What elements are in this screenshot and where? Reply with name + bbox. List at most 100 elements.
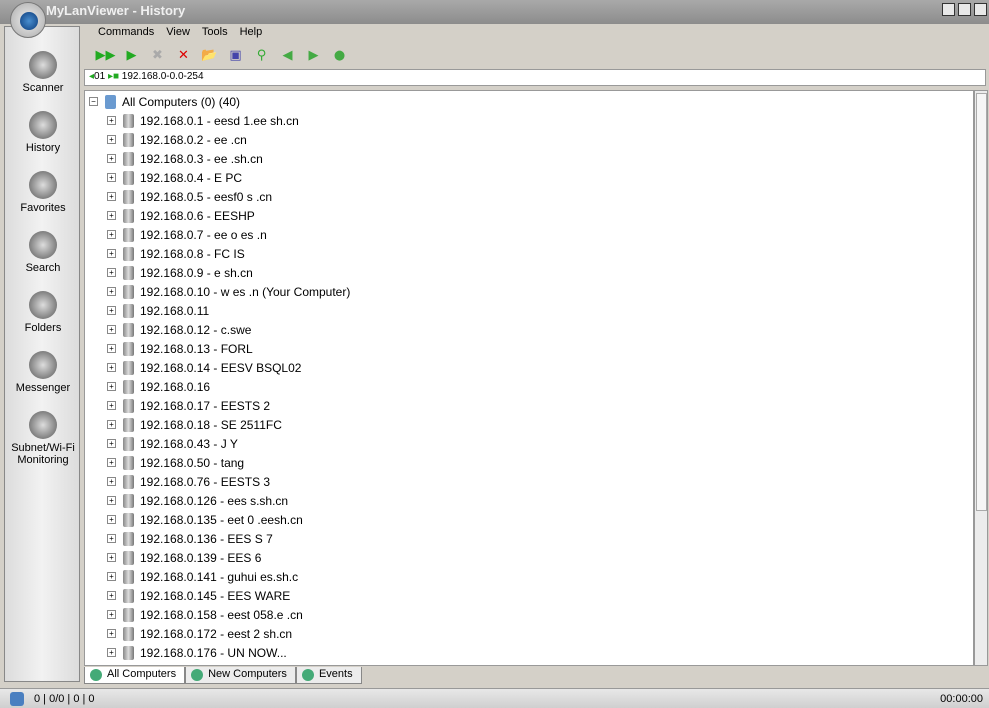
delete-icon[interactable]: ✕: [174, 46, 193, 64]
tab-events[interactable]: Events: [295, 667, 362, 684]
expand-icon[interactable]: +: [107, 496, 116, 505]
tree-row[interactable]: +192.168.0.43 - J Y: [107, 434, 238, 453]
history-icon: [29, 111, 57, 139]
expand-icon[interactable]: +: [107, 572, 116, 581]
expand-icon[interactable]: +: [107, 325, 116, 334]
tree-row[interactable]: +192.168.0.145 - EES WARE: [107, 586, 290, 605]
minimize-button[interactable]: [942, 3, 955, 16]
tree-row[interactable]: +192.168.0.7 - ee o es .n: [107, 225, 267, 244]
expand-icon[interactable]: +: [107, 249, 116, 258]
computer-label: 192.168.0.9 - e sh.cn: [140, 265, 253, 280]
expand-icon[interactable]: +: [107, 192, 116, 201]
back-icon[interactable]: ◀: [278, 46, 297, 64]
sidebar-item-history[interactable]: History: [5, 111, 81, 154]
close-button[interactable]: [974, 3, 987, 16]
address-range: 192.168.0-0.0-254: [121, 71, 204, 82]
tree-row[interactable]: +192.168.0.136 - EES S 7: [107, 529, 273, 548]
expand-icon[interactable]: +: [107, 268, 116, 277]
sidebar-item-messenger[interactable]: Messenger: [5, 351, 81, 394]
tree-root[interactable]: − All Computers (0) (40): [89, 92, 240, 111]
computer-icon: [123, 436, 134, 451]
expand-icon[interactable]: +: [107, 230, 116, 239]
computer-label: 192.168.0.145 - EES WARE: [140, 588, 291, 603]
tree-row[interactable]: +192.168.0.3 - ee .sh.cn: [107, 149, 263, 168]
sidebar-item-search[interactable]: Search: [5, 231, 81, 274]
tab-all-computers[interactable]: All Computers: [84, 667, 186, 684]
collapse-icon[interactable]: −: [89, 97, 98, 106]
menu-help[interactable]: Help: [240, 26, 263, 38]
open-icon[interactable]: 📂: [200, 46, 219, 64]
expand-icon[interactable]: +: [107, 154, 116, 163]
sidebar-item-folders[interactable]: Folders: [5, 291, 81, 334]
expand-icon[interactable]: +: [107, 135, 116, 144]
tree-row[interactable]: +192.168.0.8 - FC IS: [107, 244, 245, 263]
tree-row[interactable]: +192.168.0.139 - EES 6: [107, 548, 261, 567]
menu-tools[interactable]: Tools: [202, 26, 228, 38]
tree-row[interactable]: +192.168.0.14 - EESV BSQL02: [107, 358, 301, 377]
expand-icon[interactable]: +: [107, 211, 116, 220]
computer-icon: [123, 474, 134, 489]
expand-icon[interactable]: +: [107, 420, 116, 429]
sidebar-item-label: Favorites: [20, 202, 66, 214]
tree-row[interactable]: +192.168.0.18 - SE 2511FC: [107, 415, 282, 434]
vertical-scrollbar[interactable]: [974, 90, 988, 666]
expand-icon[interactable]: +: [107, 439, 116, 448]
tree-row[interactable]: +192.168.0.12 - c.swe: [107, 320, 251, 339]
scrollbar-thumb[interactable]: [976, 93, 987, 511]
tab-new-computers[interactable]: New Computers: [185, 667, 296, 684]
tree-row[interactable]: +192.168.0.4 - E PC: [107, 168, 242, 187]
expand-icon[interactable]: +: [107, 382, 116, 391]
expand-icon[interactable]: +: [107, 116, 116, 125]
tree-row[interactable]: +192.168.0.5 - eesf0 s .cn: [107, 187, 272, 206]
tree-row[interactable]: +192.168.0.9 - e sh.cn: [107, 263, 253, 282]
new-computers-icon: [191, 669, 204, 681]
tree-row[interactable]: +192.168.0.13 - FORL: [107, 339, 253, 358]
sidebar-item-scanner[interactable]: Scanner: [5, 51, 81, 94]
tree-row[interactable]: +192.168.0.16: [107, 377, 210, 396]
expand-icon[interactable]: +: [107, 306, 116, 315]
forward-icon[interactable]: ▶: [304, 46, 323, 64]
tree-row[interactable]: +192.168.0.126 - ees s.sh.cn: [107, 491, 288, 510]
tree-row[interactable]: +192.168.0.50 - tang: [107, 453, 244, 472]
tree-row[interactable]: +192.168.0.172 - eest 2 sh.cn: [107, 624, 292, 643]
expand-icon[interactable]: +: [107, 458, 116, 467]
computer-label: 192.168.0.6 - EESHP: [140, 208, 255, 223]
tree-row[interactable]: +192.168.0.158 - eest 058.e .cn: [107, 605, 303, 624]
expand-icon[interactable]: +: [107, 515, 116, 524]
tree-row[interactable]: +192.168.0.6 - EESHP: [107, 206, 255, 225]
expand-icon[interactable]: +: [107, 344, 116, 353]
status-counts: 0 | 0/0 | 0 | 0: [34, 693, 95, 705]
tree-row[interactable]: +192.168.0.2 - ee .cn: [107, 130, 247, 149]
quick-scan-icon[interactable]: ▶: [122, 46, 141, 64]
expand-icon[interactable]: +: [107, 629, 116, 638]
tree-row[interactable]: +192.168.0.76 - EESTS 3: [107, 472, 270, 491]
expand-icon[interactable]: +: [107, 287, 116, 296]
expand-icon[interactable]: +: [107, 648, 116, 657]
refresh-icon[interactable]: ●: [330, 46, 349, 64]
tree-row[interactable]: +192.168.0.141 - guhui es.sh.c: [107, 567, 298, 586]
expand-icon[interactable]: +: [107, 401, 116, 410]
save-icon[interactable]: ▣: [226, 46, 245, 64]
tree-row[interactable]: +192.168.0.10 - w es .n (Your Computer): [107, 282, 350, 301]
sidebar-item-subnet-wi-fi-monitoring[interactable]: Subnet/Wi-Fi Monitoring: [5, 411, 81, 466]
expand-icon[interactable]: +: [107, 591, 116, 600]
tree-row[interactable]: +192.168.0.17 - EESTS 2: [107, 396, 270, 415]
start-scan-icon[interactable]: ▶▶: [96, 46, 116, 64]
tree-row[interactable]: +192.168.0.1 - eesd 1.ee sh.cn: [107, 111, 299, 130]
find-icon[interactable]: ⚲: [252, 46, 271, 64]
menu-commands[interactable]: Commands: [98, 26, 154, 38]
expand-icon[interactable]: +: [107, 173, 116, 182]
tree-row[interactable]: +192.168.0.176 - UN NOW...: [107, 643, 287, 662]
menu-view[interactable]: View: [166, 26, 190, 38]
stop-icon[interactable]: ✖: [148, 46, 167, 64]
tree-row[interactable]: +192.168.0.11: [107, 301, 209, 320]
tree-row[interactable]: +192.168.0.135 - eet 0 .eesh.cn: [107, 510, 303, 529]
expand-icon[interactable]: +: [107, 534, 116, 543]
sidebar-item-favorites[interactable]: Favorites: [5, 171, 81, 214]
expand-icon[interactable]: +: [107, 363, 116, 372]
expand-icon[interactable]: +: [107, 477, 116, 486]
maximize-button[interactable]: [958, 3, 971, 16]
expand-icon[interactable]: +: [107, 610, 116, 619]
expand-icon[interactable]: +: [107, 553, 116, 562]
address-bar[interactable]: ◂01 ▸■ 192.168.0-0.0-254: [84, 69, 986, 86]
